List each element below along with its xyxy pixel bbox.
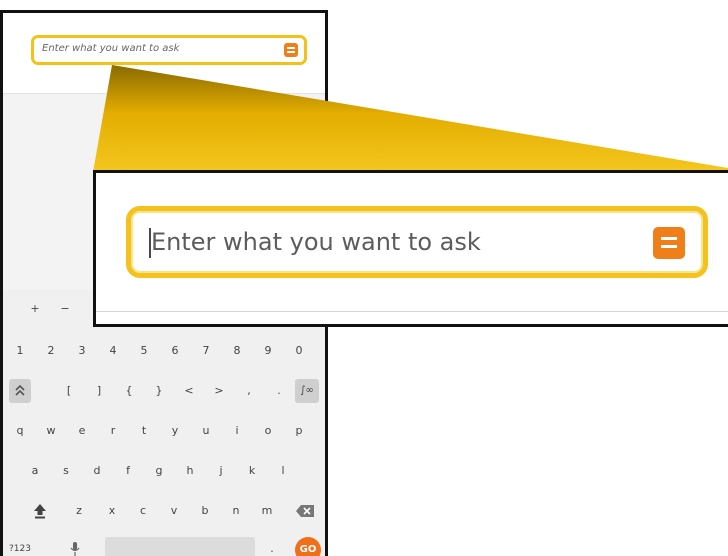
menu-icon[interactable] [653, 227, 685, 259]
zoomed-search-panel: Enter what you want to ask [93, 170, 728, 327]
divider [96, 311, 728, 312]
search-input[interactable]: Enter what you want to ask [126, 206, 708, 278]
search-placeholder-zoomed: Enter what you want to ask [151, 228, 481, 256]
